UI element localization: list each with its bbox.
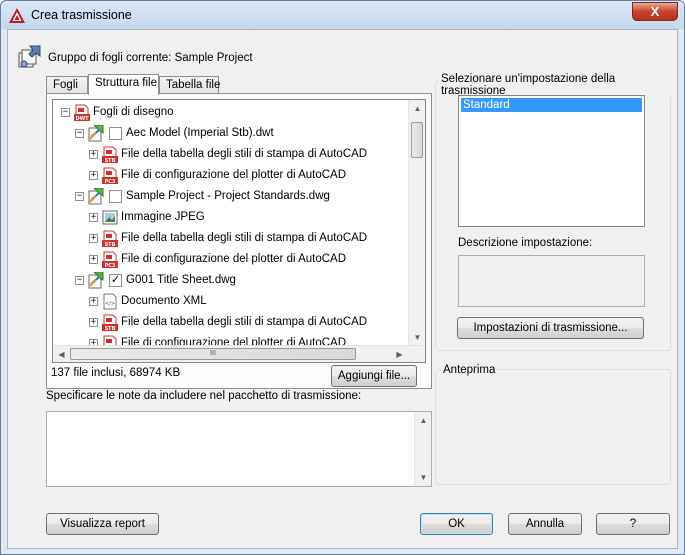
tree-row-label: File della tabella degli stili di stampa… <box>121 232 368 244</box>
horizontal-scroll-thumb[interactable]: III <box>70 348 356 360</box>
expand-icon[interactable]: + <box>89 213 98 222</box>
tree-horizontal-scrollbar[interactable]: ◀ III ▶ <box>53 345 425 362</box>
tree-row-label: File di configurazione del plotter di Au… <box>121 253 347 265</box>
tree-row[interactable]: − Sample Project - Project Standards.dwg <box>53 186 409 207</box>
notes-label: Specificare le note da includere nel pac… <box>46 390 362 402</box>
tree-row-label: File della tabella degli stili di stampa… <box>121 316 368 328</box>
collapse-icon[interactable]: − <box>75 129 84 138</box>
collapse-icon[interactable]: − <box>75 276 84 285</box>
ok-button[interactable]: OK <box>420 513 493 535</box>
tree-vertical-scrollbar[interactable]: ▲ ▼ <box>408 100 425 346</box>
setup-list-item-standard[interactable]: Standard <box>461 98 642 112</box>
autocad-app-icon <box>9 8 25 23</box>
current-sheet-set-label: Gruppo di fogli corrente: Sample Project <box>48 52 253 64</box>
vertical-scroll-thumb[interactable] <box>411 122 423 158</box>
tree-row[interactable]: + Immagine JPEG <box>53 207 409 228</box>
tab-file-tree[interactable]: Struttura file <box>88 74 159 95</box>
expand-icon[interactable]: + <box>89 234 98 243</box>
svg-text:DWT: DWT <box>75 116 89 121</box>
stb-file-icon: STB <box>102 146 118 164</box>
close-button[interactable]: X <box>632 2 678 21</box>
pc3-file-icon: PC3 <box>102 167 118 185</box>
expand-icon[interactable]: + <box>89 297 98 306</box>
drawing-icon <box>88 124 104 142</box>
tab-sheets[interactable]: Fogli <box>46 76 88 94</box>
file-tree[interactable]: − DWT Fogli di disegno − Aec Model (Imperial… <box>52 99 426 363</box>
scroll-up-icon[interactable]: ▲ <box>409 100 425 117</box>
svg-text:PC3: PC3 <box>105 179 116 184</box>
expand-icon[interactable]: + <box>89 150 98 159</box>
preview-title: Anteprima <box>441 364 498 376</box>
collapse-icon[interactable]: − <box>75 192 84 201</box>
collapse-icon[interactable]: − <box>61 108 70 117</box>
tree-rows: − DWT Fogli di disegno − Aec Model (Imperial… <box>53 100 409 346</box>
tree-row-label: Documento XML <box>121 295 207 307</box>
file-tree-panel: − DWT Fogli di disegno − Aec Model (Imperial… <box>46 93 432 389</box>
dwt-file-icon: DWT <box>74 104 90 122</box>
include-checkbox[interactable] <box>109 190 122 203</box>
svg-text:</>: </> <box>105 301 115 307</box>
tree-row[interactable]: + STB File della tabella degli stili di st… <box>53 144 409 165</box>
svg-text:PC3: PC3 <box>105 263 116 268</box>
preview-group <box>435 369 671 485</box>
dialog-window: Crea trasmissione X Gruppo di fogli corr… <box>0 0 685 555</box>
notes-textarea[interactable]: ▲ ▼ <box>46 411 432 487</box>
file-count-label: 137 file inclusi, 68974 KB <box>51 367 181 379</box>
include-checkbox[interactable] <box>109 127 122 140</box>
include-checkbox[interactable]: ✓ <box>109 274 122 287</box>
stb-file-icon: STB <box>102 230 118 248</box>
tree-row[interactable]: − DWT Fogli di disegno <box>53 102 409 123</box>
tree-row-label: File della tabella degli stili di stampa… <box>121 148 368 160</box>
tree-row[interactable]: + STB File della tabella degli stili di st… <box>53 312 409 333</box>
transmittal-setups-button[interactable]: Impostazioni di trasmissione... <box>457 317 644 339</box>
tab-file-table[interactable]: Tabella file <box>159 76 220 94</box>
view-report-button[interactable]: Visualizza report <box>46 513 159 535</box>
stb-file-icon: STB <box>102 314 118 332</box>
notes-scroll-down-icon[interactable]: ▼ <box>415 469 432 486</box>
cancel-button[interactable]: Annulla <box>508 513 582 535</box>
svg-text:STB: STB <box>105 242 116 247</box>
transmittal-setup-list[interactable]: Standard <box>458 95 645 227</box>
transmittal-setup-title: Selezionare un'impostazione della trasmi… <box>439 73 677 97</box>
expand-icon[interactable]: + <box>89 171 98 180</box>
tree-row-label: Fogli di disegno <box>93 106 174 118</box>
tree-row-label: G001 Title Sheet.dwg <box>126 274 236 286</box>
pc3-file-icon: PC3 <box>102 251 118 269</box>
add-file-button[interactable]: Aggiungi file... <box>331 365 417 387</box>
window-title: Crea trasmissione <box>31 8 132 22</box>
tree-row[interactable]: + PC3 File di configurazione del plotter d… <box>53 249 409 270</box>
tree-row[interactable]: + PC3 File di configurazione del plotter d… <box>53 165 409 186</box>
tree-row-label: Sample Project - Project Standards.dwg <box>126 190 330 202</box>
notes-scroll-up-icon[interactable]: ▲ <box>415 412 432 429</box>
help-button[interactable]: ? <box>596 513 670 535</box>
sheet-set-icon <box>18 45 41 68</box>
scroll-left-icon[interactable]: ◀ <box>53 346 70 362</box>
setup-description-box <box>458 255 645 307</box>
tree-row-label: File di configurazione del plotter di Au… <box>121 169 347 181</box>
tree-row-label: Immagine JPEG <box>121 211 205 223</box>
setup-description-label: Descrizione impostazione: <box>458 237 593 249</box>
svg-text:STB: STB <box>105 158 116 163</box>
tree-row[interactable]: − Aec Model (Imperial Stb).dwt <box>53 123 409 144</box>
title-bar[interactable]: Crea trasmissione X <box>1 1 684 29</box>
drawing-icon <box>88 187 104 205</box>
tree-row[interactable]: + </> Documento XML <box>53 291 409 312</box>
dialog-client-area: Gruppo di fogli corrente: Sample Project… <box>7 29 678 549</box>
tree-row[interactable]: + STB File della tabella degli stili di st… <box>53 228 409 249</box>
expand-icon[interactable]: + <box>89 318 98 327</box>
expand-icon[interactable]: + <box>89 255 98 264</box>
drawing-icon <box>88 271 104 289</box>
notes-scrollbar[interactable]: ▲ ▼ <box>414 412 431 486</box>
xml-document-icon: </> <box>102 293 118 310</box>
jpeg-image-icon <box>102 209 118 226</box>
tree-row[interactable]: − ✓ G001 Title Sheet.dwg <box>53 270 409 291</box>
scroll-down-icon[interactable]: ▼ <box>409 329 425 346</box>
svg-text:STB: STB <box>105 326 116 331</box>
scroll-right-icon[interactable]: ▶ <box>391 346 408 362</box>
tree-row-label: Aec Model (Imperial Stb).dwt <box>126 127 274 139</box>
